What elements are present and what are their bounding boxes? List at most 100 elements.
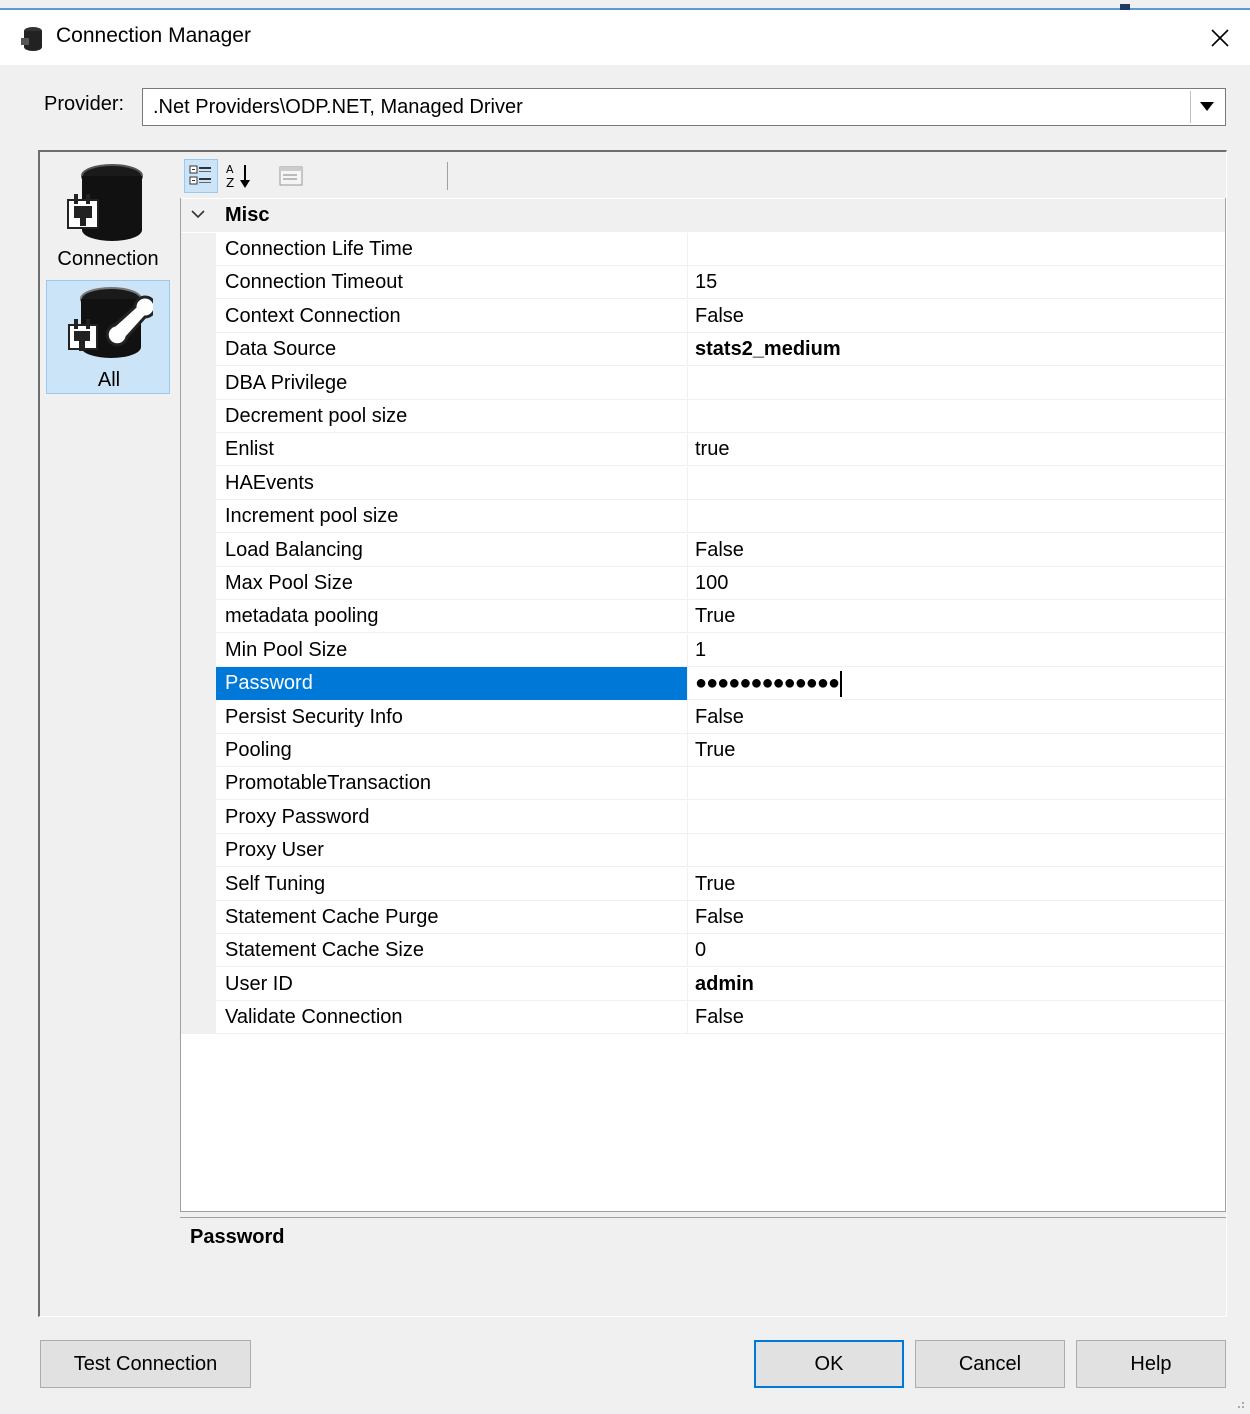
sidebar-item-all[interactable]: All: [46, 280, 170, 394]
property-name: Connection Timeout: [216, 266, 688, 300]
property-name: Min Pool Size: [216, 633, 688, 667]
provider-dropdown[interactable]: .Net Providers\ODP.NET, Managed Driver: [142, 88, 1226, 126]
category-label: Misc: [225, 204, 270, 226]
property-row[interactable]: metadata pooling True: [216, 600, 1225, 634]
property-name: metadata pooling: [216, 600, 688, 634]
sidebar-item-label: All: [97, 369, 121, 391]
provider-value: .Net Providers\ODP.NET, Managed Driver: [153, 96, 523, 118]
database-icon: [20, 26, 44, 52]
property-row[interactable]: PromotableTransaction: [216, 767, 1225, 801]
cancel-button[interactable]: Cancel: [915, 1340, 1065, 1388]
property-name: Load Balancing: [216, 533, 688, 567]
property-pages-icon: [279, 166, 303, 186]
property-row[interactable]: Password ●●●●●●●●●●●●●: [216, 667, 1225, 701]
property-value[interactable]: true: [688, 433, 1225, 466]
property-row[interactable]: Decrement pool size: [216, 400, 1225, 433]
property-value[interactable]: True: [688, 868, 1225, 901]
property-name: Decrement pool size: [216, 400, 688, 433]
property-row[interactable]: Persist Security Info False: [216, 700, 1225, 734]
property-value[interactable]: False: [688, 701, 1225, 734]
property-value[interactable]: 15: [688, 266, 1225, 299]
resize-grip-icon[interactable]: [1232, 1396, 1246, 1410]
property-name: Context Connection: [216, 299, 688, 333]
database-plug-wrench-icon: [65, 285, 157, 373]
property-gutter: [181, 233, 216, 1034]
property-value[interactable]: [688, 801, 1225, 834]
property-value[interactable]: False: [688, 300, 1225, 333]
property-row[interactable]: Connection Timeout 15: [216, 266, 1225, 300]
property-row[interactable]: Self Tuning True: [216, 867, 1225, 901]
property-name: Self Tuning: [216, 867, 688, 901]
property-name: Increment pool size: [216, 500, 688, 534]
window-title: Connection Manager: [56, 24, 251, 47]
property-row[interactable]: Proxy User: [216, 834, 1225, 868]
property-value[interactable]: [688, 233, 1225, 266]
property-value[interactable]: [688, 500, 1225, 533]
help-button[interactable]: Help: [1076, 1340, 1226, 1388]
property-row[interactable]: HAEvents: [216, 466, 1225, 500]
property-value[interactable]: stats2_medium: [688, 333, 1225, 366]
database-plug-icon: [66, 162, 150, 250]
property-value[interactable]: [688, 367, 1225, 400]
property-row[interactable]: Load Balancing False: [216, 533, 1225, 567]
property-value[interactable]: False: [688, 901, 1225, 934]
property-value[interactable]: 1: [688, 634, 1225, 667]
property-row[interactable]: Enlist true: [216, 433, 1225, 467]
property-row[interactable]: Connection Life Time: [216, 233, 1225, 266]
property-name: PromotableTransaction: [216, 767, 688, 801]
test-connection-button[interactable]: Test Connection: [40, 1340, 251, 1388]
property-row[interactable]: Data Source stats2_medium: [216, 333, 1225, 367]
property-row[interactable]: User ID admin: [216, 967, 1225, 1001]
property-name: DBA Privilege: [216, 366, 688, 400]
property-name: User ID: [216, 967, 688, 1001]
property-name: Pooling: [216, 734, 688, 767]
property-value[interactable]: False: [688, 1001, 1225, 1034]
property-name: HAEvents: [216, 466, 688, 500]
property-name: Validate Connection: [216, 1001, 688, 1035]
property-value[interactable]: True: [688, 600, 1225, 633]
property-row[interactable]: Increment pool size: [216, 500, 1225, 534]
chevron-down-icon[interactable]: [189, 205, 207, 227]
property-value[interactable]: False: [688, 534, 1225, 567]
property-row[interactable]: Validate Connection False: [216, 1001, 1225, 1035]
description-title: Password: [190, 1226, 285, 1248]
property-value[interactable]: [688, 467, 1225, 500]
property-row[interactable]: Pooling True: [216, 734, 1225, 767]
property-name: Statement Cache Purge: [216, 901, 688, 934]
dropdown-arrow-icon[interactable]: [1190, 91, 1223, 123]
text-caret: [840, 670, 843, 697]
category-misc[interactable]: Misc: [181, 199, 1225, 232]
toolbar-separator: [447, 162, 448, 190]
alphabetical-button[interactable]: A Z: [222, 159, 256, 193]
property-pages-button[interactable]: [274, 159, 308, 193]
title-bar: Connection Manager: [0, 10, 1250, 65]
categorized-button[interactable]: [184, 159, 218, 193]
property-row[interactable]: Context Connection False: [216, 299, 1225, 333]
provider-label: Provider:: [44, 93, 125, 115]
property-value[interactable]: 100: [688, 567, 1225, 600]
svg-text:A: A: [226, 163, 234, 176]
property-value[interactable]: [688, 400, 1225, 433]
property-value[interactable]: [688, 834, 1225, 867]
property-value[interactable]: admin: [688, 968, 1225, 1001]
property-name: Max Pool Size: [216, 567, 688, 600]
property-name: Proxy User: [216, 834, 688, 868]
property-value[interactable]: [688, 767, 1225, 800]
property-row[interactable]: Min Pool Size 1: [216, 633, 1225, 667]
close-icon: [1211, 29, 1229, 47]
ok-button[interactable]: OK: [754, 1340, 904, 1388]
property-row[interactable]: Proxy Password: [216, 800, 1225, 834]
property-row[interactable]: DBA Privilege: [216, 366, 1225, 400]
close-button[interactable]: [1200, 18, 1240, 58]
property-value[interactable]: 0: [688, 934, 1225, 967]
property-toolbar: A Z: [180, 154, 1226, 198]
property-row[interactable]: Statement Cache Size 0: [216, 934, 1225, 968]
property-row[interactable]: Statement Cache Purge False: [216, 901, 1225, 934]
property-row[interactable]: Max Pool Size 100: [216, 567, 1225, 600]
alphabetical-sort-icon: A Z: [226, 163, 250, 190]
property-value[interactable]: True: [688, 734, 1225, 767]
description-pane: Password: [180, 1217, 1226, 1316]
sidebar-item-connection[interactable]: Connection: [46, 158, 170, 272]
password-field[interactable]: ●●●●●●●●●●●●●: [688, 667, 1225, 700]
property-name: Persist Security Info: [216, 700, 688, 734]
